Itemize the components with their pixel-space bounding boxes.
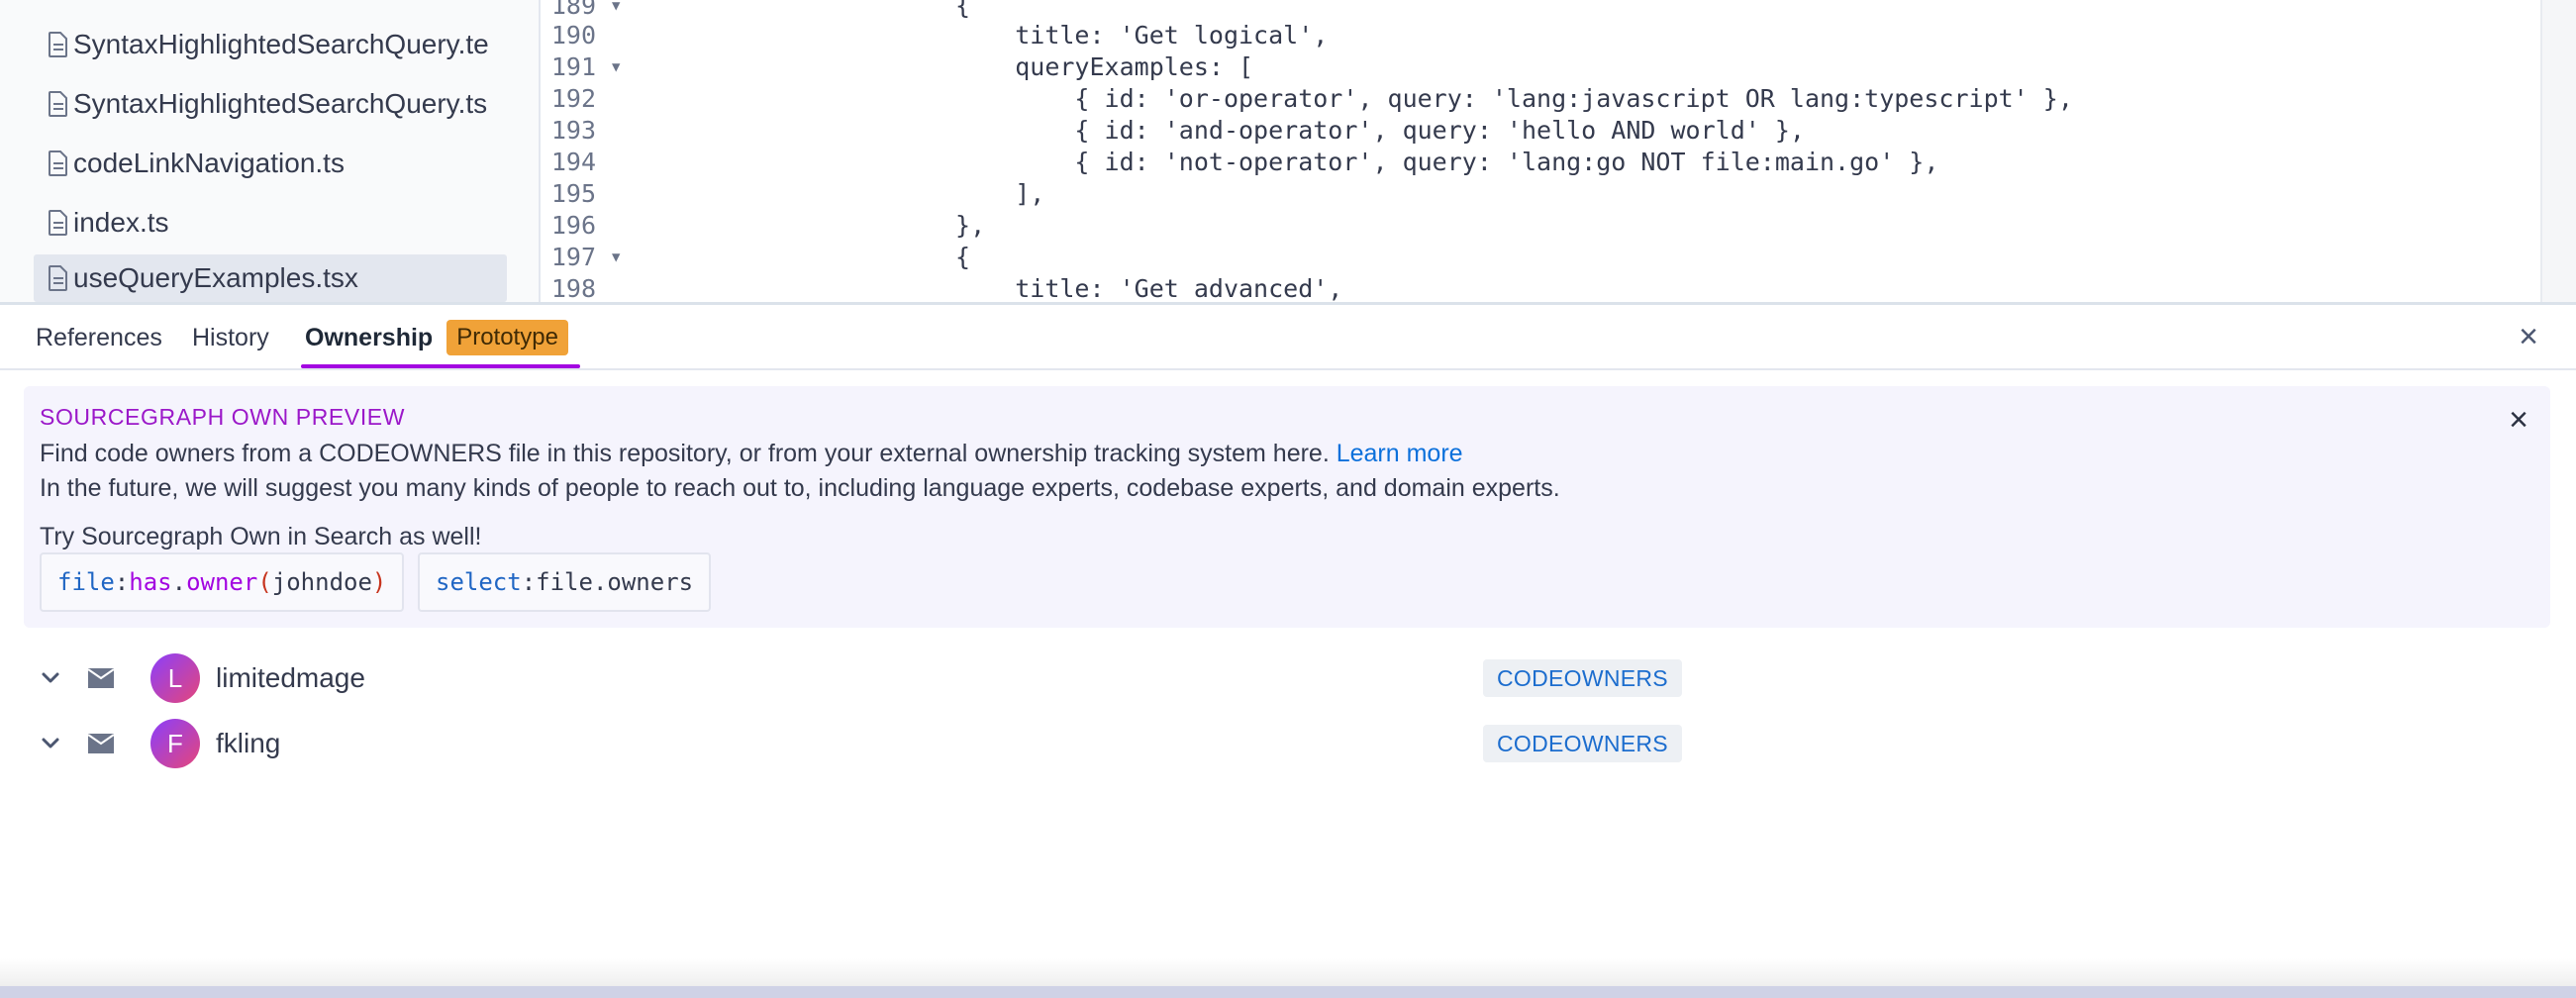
code-text: title: 'Get logical', xyxy=(657,21,1329,50)
line-number[interactable]: 198 xyxy=(541,273,596,304)
preview-description-text: Find code owners from a CODEOWNERS file … xyxy=(40,440,1337,467)
line-number[interactable]: 193 xyxy=(541,115,596,147)
query-paren: ) xyxy=(371,568,387,596)
preview-title: SOURCEGRAPH OWN PREVIEW xyxy=(40,404,406,430)
query-separator: : xyxy=(521,568,537,596)
line-number[interactable]: 192 xyxy=(541,83,596,115)
preview-try-text: Try Sourcegraph Own in Search as well! xyxy=(40,523,482,550)
chevron-down-icon[interactable] xyxy=(34,661,67,695)
close-panel-icon[interactable]: × xyxy=(2511,319,2546,354)
file-icon xyxy=(34,263,69,293)
code-text: { xyxy=(657,0,971,20)
code-line: 189 ▼ { xyxy=(541,0,2540,22)
tab-references[interactable]: References xyxy=(36,305,162,370)
ownership-source-badge: CODEOWNERS xyxy=(1483,659,1682,697)
ownership-source-badge: CODEOWNERS xyxy=(1483,725,1682,762)
line-number[interactable]: 195 xyxy=(541,178,596,210)
query-dot: . xyxy=(171,568,187,596)
line-number[interactable]: 196 xyxy=(541,210,596,242)
file-tree-item[interactable]: codeLinkNavigation.ts xyxy=(34,140,507,187)
code-text: ], xyxy=(657,179,1045,208)
tab-ownership[interactable]: Ownership Prototype xyxy=(305,305,568,370)
code-line: 192 { id: 'or-operator', query: 'lang:ja… xyxy=(541,83,2540,115)
file-tree-item[interactable]: SyntaxHighlightedSearchQuery.te xyxy=(34,21,507,68)
mail-icon[interactable] xyxy=(85,663,117,693)
code-viewer-area: SyntaxHighlightedSearchQuery.te SyntaxHi… xyxy=(0,0,2576,304)
line-number[interactable]: 189 xyxy=(541,0,596,22)
query-field: file xyxy=(57,568,115,596)
code-text: }, xyxy=(657,211,986,240)
active-tab-indicator xyxy=(301,364,580,368)
owner-row: L limitedmage CODEOWNERS xyxy=(0,646,2576,711)
code-text: title: 'Get advanced', xyxy=(657,274,1343,303)
fold-caret-icon[interactable]: ▼ xyxy=(612,51,628,83)
code-line: 198 title: 'Get advanced', xyxy=(541,273,2540,304)
code-line: 196 }, xyxy=(541,210,2540,242)
window-bottom-edge xyxy=(0,986,2576,998)
prototype-badge: Prototype xyxy=(446,320,568,355)
code-text: { id: 'and-operator', query: 'hello AND … xyxy=(657,116,1805,145)
tab-ownership-label: Ownership xyxy=(305,323,434,351)
owner-name[interactable]: fkling xyxy=(216,711,280,776)
file-icon xyxy=(34,30,69,59)
example-query-has-owner[interactable]: file:has.owner(johndoe) xyxy=(40,552,405,612)
preview-description: Find code owners from a CODEOWNERS file … xyxy=(40,440,1463,468)
code-text: { xyxy=(657,243,971,271)
query-separator: : xyxy=(114,568,130,596)
code-line: 195 ], xyxy=(541,178,2540,210)
owner-row: F fkling CODEOWNERS xyxy=(0,711,2576,776)
file-tree: SyntaxHighlightedSearchQuery.te SyntaxHi… xyxy=(0,0,539,304)
owner-name[interactable]: limitedmage xyxy=(216,646,365,711)
code-line: 190 title: 'Get logical', xyxy=(541,20,2540,51)
query-predicate: has xyxy=(129,568,172,596)
code-text: queryExamples: [ xyxy=(657,52,1254,81)
learn-more-link[interactable]: Learn more xyxy=(1337,440,1463,467)
close-preview-icon[interactable]: × xyxy=(2499,400,2538,440)
example-query-select-owners[interactable]: select:file.owners xyxy=(418,552,712,612)
file-tree-item-selected[interactable]: useQueryExamples.tsx xyxy=(34,254,507,302)
code-line: 197 ▼ { xyxy=(541,242,2540,273)
code-text: { id: 'or-operator', query: 'lang:javasc… xyxy=(657,84,2073,113)
line-number[interactable]: 197 xyxy=(541,242,596,273)
file-name: index.ts xyxy=(73,207,169,238)
file-name: codeLinkNavigation.ts xyxy=(73,148,345,178)
query-value: file.owners xyxy=(536,568,694,596)
file-icon xyxy=(34,208,69,238)
preview-future-text: In the future, we will suggest you many … xyxy=(40,474,1560,502)
file-name: SyntaxHighlightedSearchQuery.te xyxy=(73,29,489,59)
own-preview-banner: SOURCEGRAPH OWN PREVIEW × Find code owne… xyxy=(24,386,2550,628)
query-value: johndoe xyxy=(271,568,372,596)
query-paren: ( xyxy=(257,568,272,596)
chevron-down-icon[interactable] xyxy=(34,727,67,760)
code-line: 191 ▼ queryExamples: [ xyxy=(541,51,2540,83)
line-number[interactable]: 194 xyxy=(541,147,596,178)
code-line: 193 { id: 'and-operator', query: 'hello … xyxy=(541,115,2540,147)
line-number[interactable]: 190 xyxy=(541,20,596,51)
avatar: L xyxy=(150,653,200,703)
file-tree-item[interactable]: SyntaxHighlightedSearchQuery.ts xyxy=(34,80,507,128)
panel-tabs: References History Ownership Prototype × xyxy=(0,305,2576,370)
code-text: { id: 'not-operator', query: 'lang:go NO… xyxy=(657,148,1939,176)
file-icon xyxy=(34,149,69,178)
file-tree-item[interactable]: index.ts xyxy=(34,199,507,247)
avatar: F xyxy=(150,719,200,768)
bottom-panel: References History Ownership Prototype ×… xyxy=(0,305,2576,998)
tab-history[interactable]: History xyxy=(192,305,269,370)
mail-icon[interactable] xyxy=(85,729,117,758)
fold-caret-icon[interactable]: ▼ xyxy=(612,0,628,22)
code-line: 194 { id: 'not-operator', query: 'lang:g… xyxy=(541,147,2540,178)
file-icon xyxy=(34,89,69,119)
file-name: SyntaxHighlightedSearchQuery.ts xyxy=(73,88,488,119)
file-name: useQueryExamples.tsx xyxy=(73,262,358,293)
query-field: select xyxy=(436,568,522,596)
line-number[interactable]: 191 xyxy=(541,51,596,83)
code-scrollbar[interactable] xyxy=(2540,0,2576,304)
code-editor[interactable]: 189 ▼ { 190 title: 'Get logical', 191 ▼ qu… xyxy=(541,0,2540,304)
fold-caret-icon[interactable]: ▼ xyxy=(612,242,628,273)
query-predicate: owner xyxy=(186,568,258,596)
